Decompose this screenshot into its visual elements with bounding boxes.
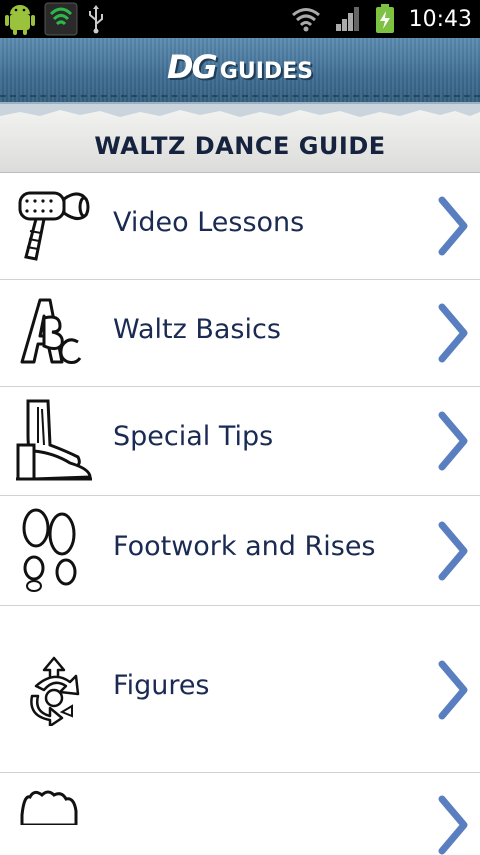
android-icon	[5, 5, 35, 35]
video-camera-icon	[18, 191, 90, 261]
app-header: DG GUIDES	[0, 38, 480, 104]
menu-item-video-lessons[interactable]: Video Lessons	[0, 173, 480, 280]
menu-item-label: Figures	[113, 670, 210, 701]
menu-item-special-tips[interactable]: Special Tips	[0, 387, 480, 496]
footprints-icon	[22, 508, 77, 592]
chevron-right-icon	[438, 411, 468, 471]
usb-icon	[89, 5, 103, 34]
menu-item-label: Waltz Basics	[113, 314, 281, 345]
menu-item-waltz-basics[interactable]: Waltz Basics	[0, 280, 480, 387]
logo-text: GUIDES	[219, 59, 314, 84]
chevron-right-icon	[438, 660, 468, 720]
battery-charging-icon	[375, 4, 394, 33]
chevron-right-icon	[438, 795, 468, 855]
chevron-right-icon	[438, 303, 468, 363]
menu-item-footwork-and-rises[interactable]: Footwork and Rises	[0, 496, 480, 606]
partial-icon	[20, 790, 78, 825]
app-logo: DG GUIDES	[0, 48, 480, 86]
logo-mark: DG	[166, 48, 218, 86]
torn-paper-edge	[0, 104, 480, 117]
header-stitch	[0, 95, 480, 97]
menu-item-partial[interactable]	[0, 773, 480, 855]
menu-item-label: Video Lessons	[113, 207, 305, 238]
chevron-right-icon	[438, 521, 468, 581]
dance-shoes-icon	[16, 399, 92, 481]
menu-item-figures[interactable]: Figures	[0, 606, 480, 773]
figures-arrows-icon	[30, 656, 80, 726]
status-bar: 10:43	[0, 0, 480, 38]
title-banner: WALTZ DANCE GUIDE	[0, 104, 480, 173]
page-title: WALTZ DANCE GUIDE	[94, 132, 386, 160]
abc-icon	[20, 298, 82, 364]
chevron-right-icon	[438, 196, 468, 256]
menu-item-label: Footwork and Rises	[113, 531, 376, 562]
signal-icon	[335, 7, 359, 31]
status-time: 10:43	[408, 6, 472, 32]
menu-list: Video Lessons Waltz Basics Special Tips	[0, 173, 480, 855]
wifi-icon	[291, 8, 320, 32]
menu-item-label: Special Tips	[113, 421, 274, 452]
security-shield-icon	[44, 2, 78, 36]
